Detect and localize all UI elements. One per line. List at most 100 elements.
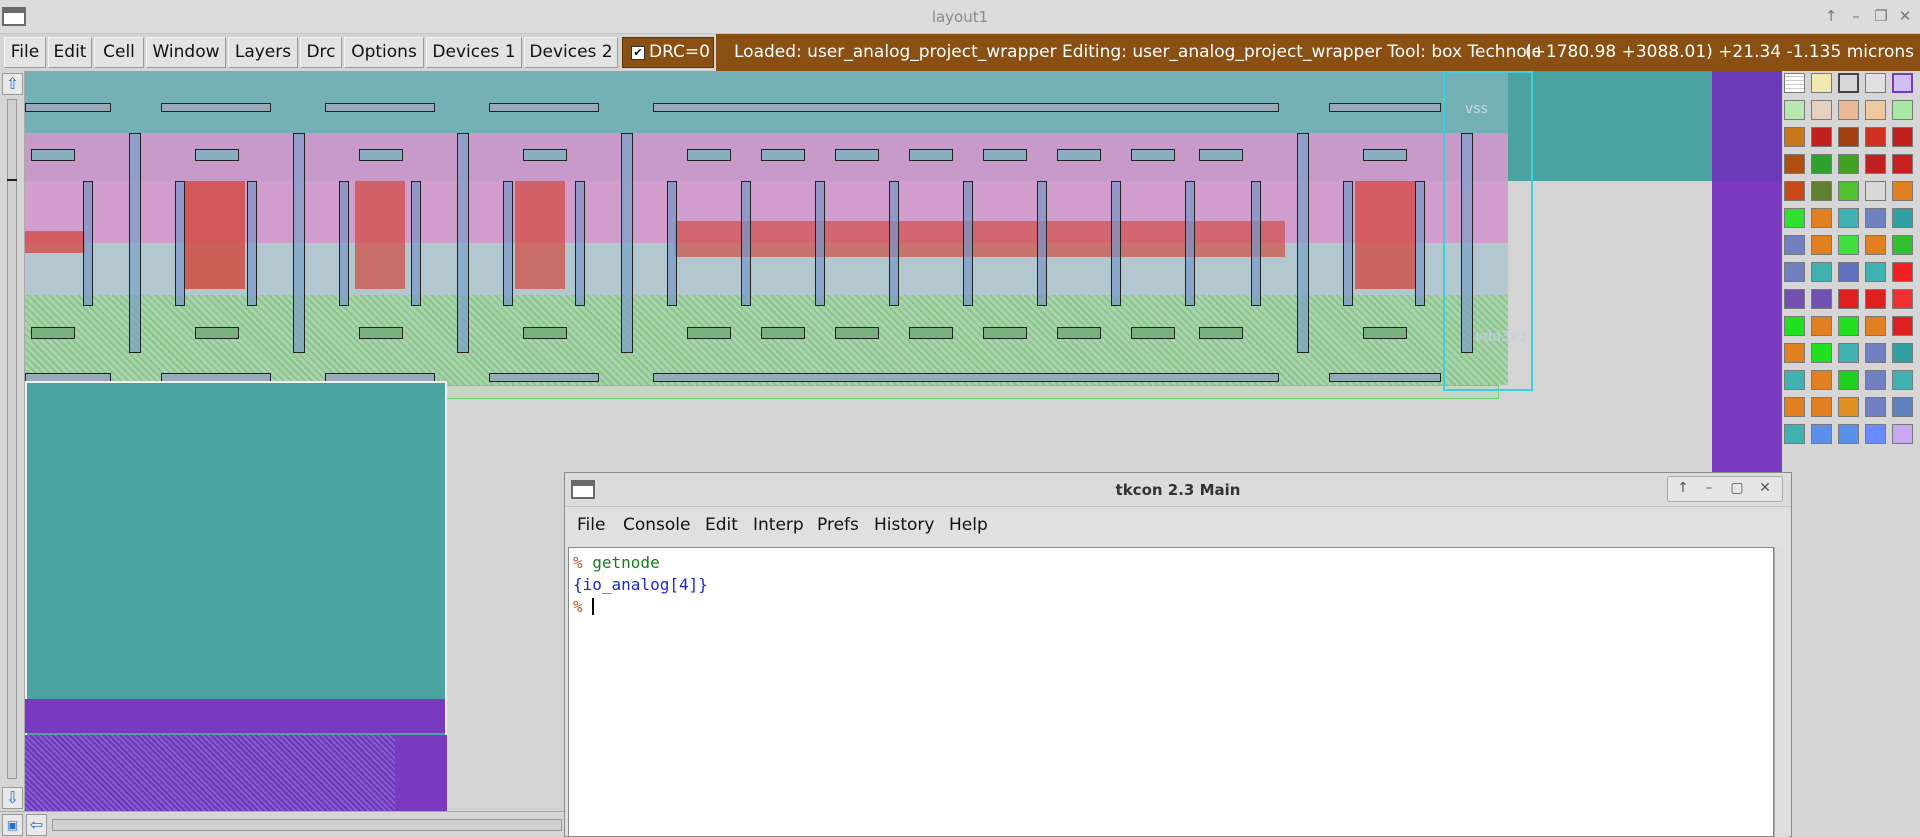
layer-swatch[interactable] [1892,343,1913,363]
window-close-icon[interactable]: ✕ [1754,480,1776,496]
window-minimize-icon[interactable]: – [1847,6,1865,26]
tkcon-menu-file[interactable]: File [577,515,605,535]
layer-swatch[interactable] [1838,424,1859,444]
layer-swatch[interactable] [1892,154,1913,174]
layer-swatch[interactable] [1865,316,1886,336]
menu-file[interactable]: File [4,37,46,68]
menu-options[interactable]: Options [344,37,424,68]
menu-devices-2[interactable]: Devices 2 [524,37,618,68]
arrow-up-icon[interactable]: ⇧ [2,73,23,95]
vertical-scrollbar[interactable]: ⇧ ⇩ [0,71,25,811]
layer-swatch[interactable] [1892,424,1913,444]
layer-swatch[interactable] [1865,127,1886,147]
layer-swatch[interactable] [1784,343,1805,363]
scroll-track[interactable] [7,99,17,779]
tkcon-menu-history[interactable]: History [874,515,934,535]
menu-edit[interactable]: Edit [48,37,92,68]
layer-swatch[interactable] [1865,100,1886,120]
layer-swatch[interactable] [1784,154,1805,174]
tkcon-menu-prefs[interactable]: Prefs [817,515,859,535]
layer-swatch[interactable] [1892,397,1913,417]
layer-swatch[interactable] [1865,208,1886,228]
layer-swatch[interactable] [1838,154,1859,174]
layer-swatch[interactable] [1811,154,1832,174]
layer-swatch[interactable] [1892,73,1913,93]
layer-swatch[interactable] [1811,424,1832,444]
layer-swatch[interactable] [1784,316,1805,336]
tkcon-menu-help[interactable]: Help [949,515,988,535]
layer-swatch[interactable] [1892,370,1913,390]
layer-swatch[interactable] [1892,262,1913,282]
window-minimize-icon[interactable]: – [1698,480,1720,496]
layer-swatch[interactable] [1865,181,1886,201]
layer-swatch[interactable] [1811,127,1832,147]
arrow-left-icon[interactable]: ⇦ [26,814,47,836]
console-output[interactable]: % getnode {io_analog[4]} % [568,547,1774,837]
layer-swatch[interactable] [1865,370,1886,390]
layer-swatch[interactable] [1865,235,1886,255]
layer-swatch[interactable] [1865,73,1886,93]
layer-swatch[interactable] [1838,127,1859,147]
layer-swatch[interactable] [1892,316,1913,336]
layer-swatch[interactable] [1784,127,1805,147]
layer-swatch[interactable] [1811,73,1832,93]
layer-swatch[interactable] [1784,424,1805,444]
console-line[interactable]: % [573,596,1769,618]
layer-swatch[interactable] [1784,370,1805,390]
layer-swatch[interactable] [1865,397,1886,417]
arrow-down-icon[interactable]: ⇩ [2,787,23,809]
drc-toggle[interactable]: ✔ DRC=0 [622,37,714,68]
layer-swatch[interactable] [1838,289,1859,309]
menu-layers[interactable]: Layers [228,37,298,68]
layer-swatch[interactable] [1811,181,1832,201]
layer-swatch[interactable] [1784,100,1805,120]
window-maximize-icon[interactable]: ▢ [1726,480,1748,496]
layer-swatch[interactable] [1838,397,1859,417]
window-shade-icon[interactable]: ↑ [1822,6,1840,26]
layer-swatch[interactable] [1811,100,1832,120]
layer-swatch[interactable] [1865,154,1886,174]
layer-swatch[interactable] [1892,181,1913,201]
tkcon-menu-edit[interactable]: Edit [705,515,738,535]
layer-swatch[interactable] [1811,370,1832,390]
hscroll-track[interactable] [52,819,562,831]
layer-swatch[interactable] [1838,235,1859,255]
layer-swatch[interactable] [1838,370,1859,390]
layer-swatch[interactable] [1892,289,1913,309]
layer-swatch[interactable] [1838,181,1859,201]
layer-swatch[interactable] [1838,208,1859,228]
layer-swatch[interactable] [1784,181,1805,201]
menu-window[interactable]: Window [146,37,226,68]
window-shade-icon[interactable]: ↑ [1672,480,1694,496]
layer-swatch[interactable] [1784,262,1805,282]
layer-swatch[interactable] [1892,235,1913,255]
layer-swatch[interactable] [1892,208,1913,228]
layer-swatch[interactable] [1784,397,1805,417]
layer-swatch[interactable] [1838,316,1859,336]
layer-swatch[interactable] [1838,343,1859,363]
layer-swatch[interactable] [1892,100,1913,120]
layer-swatch[interactable] [1865,343,1886,363]
layer-swatch[interactable] [1784,289,1805,309]
tkcon-scrollbar[interactable] [1774,547,1789,837]
layer-swatch[interactable] [1811,316,1832,336]
tkcon-menu-console[interactable]: Console [623,515,691,535]
layer-swatch[interactable] [1865,262,1886,282]
layer-swatch[interactable] [1838,262,1859,282]
layer-palette[interactable] [1782,71,1920,837]
layer-swatch[interactable] [1811,262,1832,282]
horizontal-scrollbar[interactable]: ▣ ⇦ [0,811,566,837]
layer-swatch[interactable] [1838,73,1859,93]
layer-swatch[interactable] [1811,289,1832,309]
tkcon-menu-interp[interactable]: Interp [753,515,804,535]
window-close-icon[interactable]: ✕ [1896,6,1914,26]
layer-swatch[interactable] [1811,208,1832,228]
layer-swatch[interactable] [1811,397,1832,417]
layer-swatch[interactable] [1892,127,1913,147]
layer-swatch[interactable] [1811,343,1832,363]
layer-swatch[interactable] [1865,424,1886,444]
layer-swatch[interactable] [1784,73,1805,93]
layer-swatch[interactable] [1838,100,1859,120]
layer-swatch[interactable] [1784,235,1805,255]
menu-drc[interactable]: Drc [300,37,342,68]
